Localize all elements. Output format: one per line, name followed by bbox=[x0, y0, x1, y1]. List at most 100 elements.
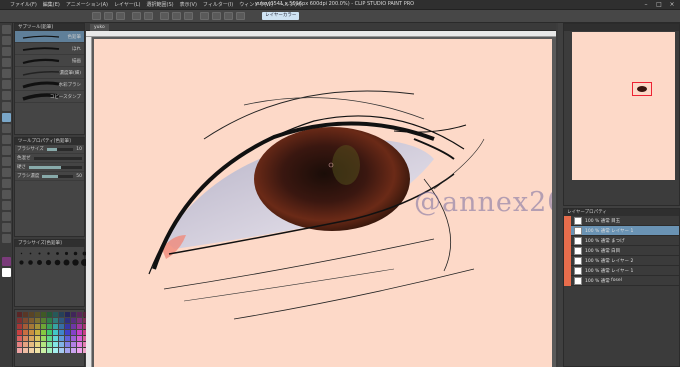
color-swatch[interactable] bbox=[77, 336, 82, 341]
color-swatch[interactable] bbox=[71, 336, 76, 341]
operation-tool-icon[interactable] bbox=[2, 47, 11, 56]
color-mix-slider[interactable] bbox=[33, 156, 82, 160]
color-swatch[interactable] bbox=[59, 336, 64, 341]
deselect-icon[interactable] bbox=[184, 12, 193, 20]
color-swatch[interactable] bbox=[71, 348, 76, 353]
brush-tool-icon[interactable] bbox=[2, 124, 11, 133]
brush-density-row[interactable]: ブラシ濃度 50 bbox=[15, 172, 84, 181]
blend-tool-icon[interactable] bbox=[2, 168, 11, 177]
color-swatch[interactable] bbox=[77, 330, 82, 335]
lasso-tool-icon[interactable] bbox=[2, 80, 11, 89]
color-swatch[interactable] bbox=[17, 336, 22, 341]
layer-row[interactable]: 100 % 通常 レイヤー 1 bbox=[564, 265, 679, 276]
undo-icon[interactable] bbox=[132, 12, 141, 20]
brush-size-dot[interactable] bbox=[20, 252, 23, 255]
layer-row[interactable]: 100 % 通常 fosel bbox=[564, 275, 679, 286]
color-swatch[interactable] bbox=[29, 318, 34, 323]
pencil-tool-icon[interactable] bbox=[2, 113, 11, 122]
figure-tool-icon[interactable] bbox=[2, 201, 11, 210]
color-swatch[interactable] bbox=[35, 312, 40, 317]
brush-size-dot[interactable] bbox=[63, 259, 70, 266]
brush-size-dot[interactable] bbox=[73, 251, 78, 256]
color-swatch[interactable] bbox=[59, 312, 64, 317]
color-swatch[interactable] bbox=[41, 312, 46, 317]
brush-item-5[interactable]: コピースタンプ bbox=[15, 91, 84, 103]
color-swatch[interactable] bbox=[53, 336, 58, 341]
brush-size-dot[interactable] bbox=[56, 252, 59, 255]
color-swatch[interactable] bbox=[77, 342, 82, 347]
brush-size-dot[interactable] bbox=[38, 252, 41, 255]
color-swatch[interactable] bbox=[53, 330, 58, 335]
brush-size-slider[interactable] bbox=[46, 147, 74, 151]
brush-size-dot[interactable] bbox=[19, 260, 24, 265]
color-swatch[interactable] bbox=[17, 348, 22, 353]
grid-icon[interactable] bbox=[224, 12, 233, 20]
color-swatch[interactable] bbox=[35, 342, 40, 347]
brush-item-1[interactable]: ほれ bbox=[15, 43, 84, 55]
perspective-icon[interactable] bbox=[236, 12, 245, 20]
color-swatch[interactable] bbox=[23, 324, 28, 329]
color-swatch[interactable] bbox=[47, 348, 52, 353]
save-icon[interactable] bbox=[116, 12, 125, 20]
color-swatch[interactable] bbox=[29, 336, 34, 341]
layer-row[interactable]: 100 % 通常 目玉 bbox=[564, 215, 679, 226]
color-swatch[interactable] bbox=[65, 324, 70, 329]
color-swatch[interactable] bbox=[41, 336, 46, 341]
color-swatch[interactable] bbox=[17, 330, 22, 335]
gradient-tool-icon[interactable] bbox=[2, 190, 11, 199]
decoration-tool-icon[interactable] bbox=[2, 146, 11, 155]
color-swatch[interactable] bbox=[53, 324, 58, 329]
brush-item-2[interactable]: 描画 bbox=[15, 55, 84, 67]
brush-item-3[interactable]: 濃度筆(細) bbox=[15, 67, 84, 79]
text-tool-icon[interactable] bbox=[2, 234, 11, 243]
color-swatch[interactable] bbox=[23, 330, 28, 335]
layer-row[interactable]: 100 % 通常 白目 bbox=[564, 245, 679, 256]
color-swatch[interactable] bbox=[53, 318, 58, 323]
color-swatch[interactable] bbox=[23, 336, 28, 341]
color-swatch[interactable] bbox=[35, 348, 40, 353]
color-swatch[interactable] bbox=[41, 342, 46, 347]
main-color-swatch[interactable] bbox=[2, 257, 11, 266]
color-swatch[interactable] bbox=[35, 318, 40, 323]
transform-icon[interactable] bbox=[172, 12, 181, 20]
layer-row[interactable]: 100 % 通常 レイヤー 2 bbox=[564, 255, 679, 266]
color-swatch[interactable] bbox=[53, 312, 58, 317]
sub-color-swatch[interactable] bbox=[2, 268, 11, 277]
color-swatch[interactable] bbox=[53, 342, 58, 347]
color-swatch[interactable] bbox=[77, 324, 82, 329]
brush-size-dot[interactable] bbox=[72, 259, 79, 266]
brush-size-dot[interactable] bbox=[45, 259, 52, 266]
color-swatch[interactable] bbox=[41, 324, 46, 329]
color-swatch[interactable] bbox=[59, 348, 64, 353]
selection-tool-icon[interactable] bbox=[2, 69, 11, 78]
color-swatch[interactable] bbox=[59, 324, 64, 329]
eraser-tool-icon[interactable] bbox=[2, 157, 11, 166]
color-swatch[interactable] bbox=[17, 342, 22, 347]
color-swatch[interactable] bbox=[47, 312, 52, 317]
ruler-tool-icon[interactable] bbox=[2, 223, 11, 232]
brush-size-row[interactable]: ブラシサイズ 10 bbox=[15, 145, 84, 154]
brush-size-dot[interactable] bbox=[54, 259, 61, 266]
color-swatch[interactable] bbox=[23, 318, 28, 323]
color-mix-row[interactable]: 色混ぜ bbox=[15, 154, 84, 163]
color-swatch[interactable] bbox=[59, 318, 64, 323]
color-swatch[interactable] bbox=[29, 348, 34, 353]
color-swatch[interactable] bbox=[35, 336, 40, 341]
redo-icon[interactable] bbox=[144, 12, 153, 20]
layer-color-button[interactable]: レイヤーカラー bbox=[262, 12, 300, 20]
drawing-canvas[interactable]: @annex2019 bbox=[94, 39, 552, 367]
zoom-tool-icon[interactable] bbox=[2, 25, 11, 34]
ruler-snap-icon[interactable] bbox=[212, 12, 221, 20]
menu-file[interactable]: ファイル(F) bbox=[10, 1, 37, 8]
menu-layer[interactable]: レイヤー(L) bbox=[114, 1, 141, 8]
color-swatch[interactable] bbox=[47, 330, 52, 335]
color-swatch[interactable] bbox=[71, 330, 76, 335]
brush-size-dot[interactable] bbox=[29, 252, 32, 255]
color-swatch[interactable] bbox=[47, 336, 52, 341]
fill-tool-icon[interactable] bbox=[2, 179, 11, 188]
clear-icon[interactable] bbox=[160, 12, 169, 20]
brush-size-dot[interactable] bbox=[37, 260, 42, 265]
snap-icon[interactable] bbox=[200, 12, 209, 20]
layer-row[interactable]: 100 % 通常 レイヤー 1 bbox=[564, 225, 679, 236]
color-swatch[interactable] bbox=[17, 318, 22, 323]
